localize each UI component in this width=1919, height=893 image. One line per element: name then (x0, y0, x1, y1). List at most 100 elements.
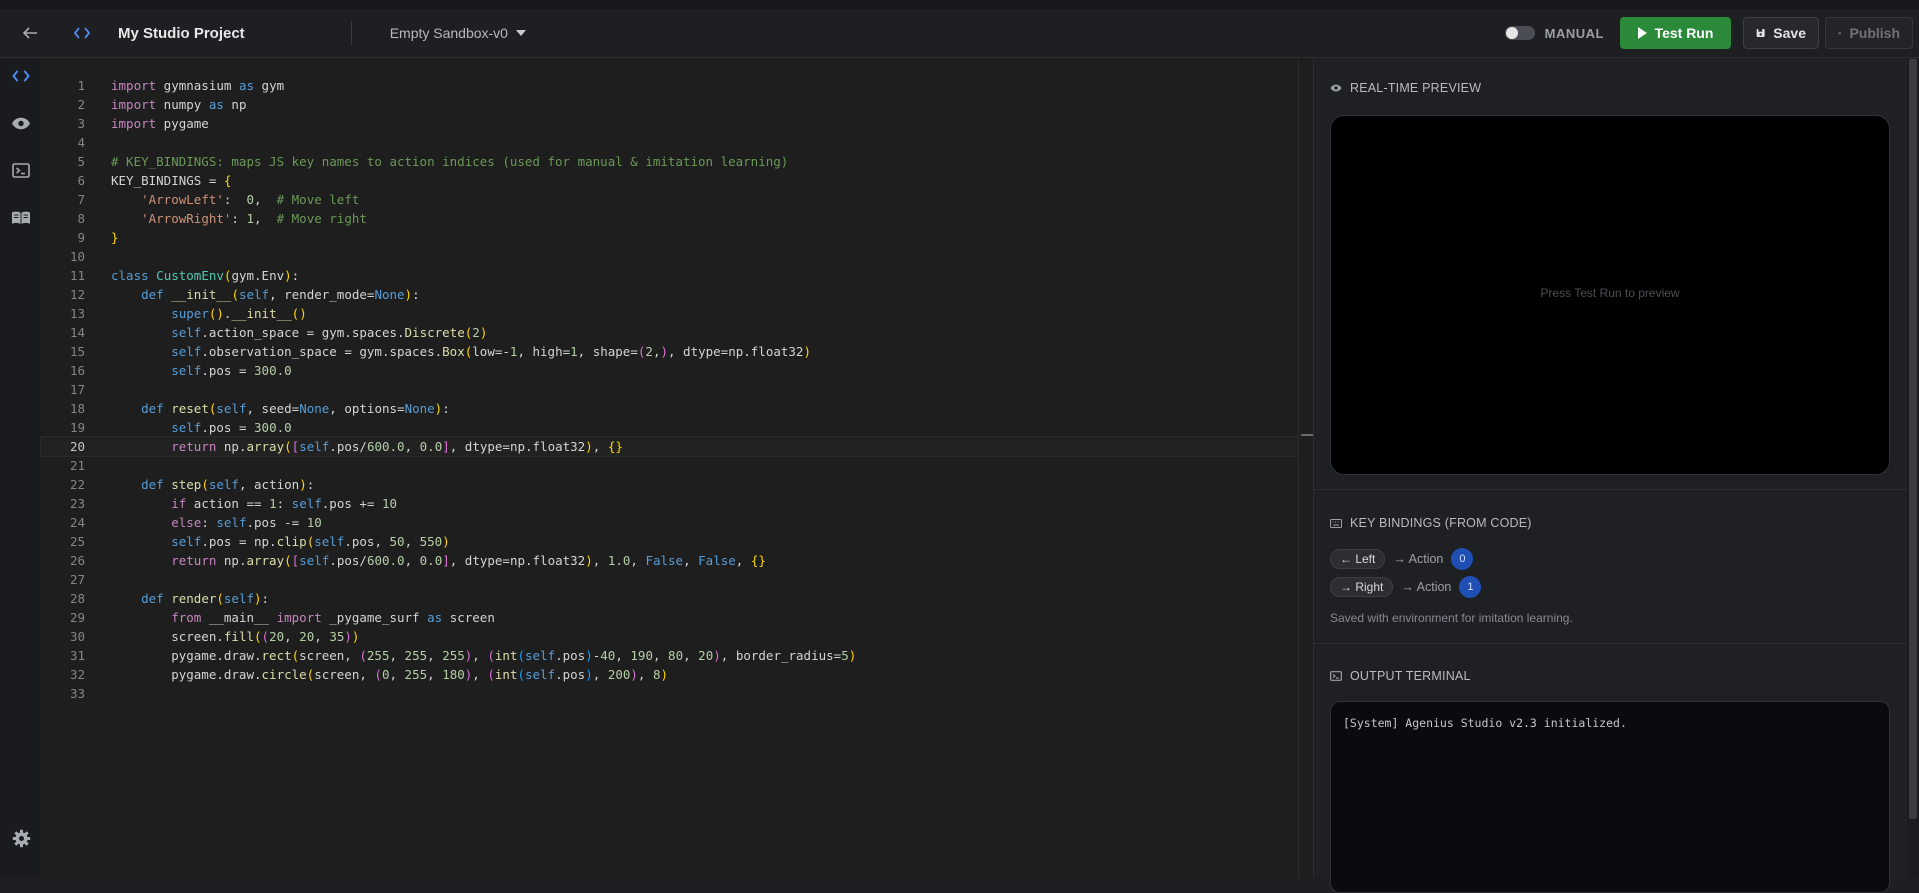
panel-scrollbar-thumb[interactable] (1909, 59, 1917, 819)
line-number: 28 (69, 591, 85, 606)
code-text[interactable]: KEY_BINDINGS = { (111, 171, 231, 190)
cloud-upload-icon (1838, 31, 1842, 35)
play-icon (1637, 27, 1647, 39)
line-number: 26 (69, 553, 85, 568)
manual-toggle[interactable] (1504, 26, 1535, 40)
code-line[interactable]: 13 super().__init__() (41, 304, 1313, 323)
sidebar-item-docs[interactable] (10, 206, 32, 228)
panel-scrollbar[interactable] (1907, 59, 1919, 878)
code-line[interactable]: 25 self.pos = np.clip(self.pos, 50, 550) (41, 532, 1313, 551)
code-text[interactable]: else: self.pos -= 10 (111, 513, 322, 532)
code-line[interactable]: 31 pygame.draw.rect(screen, (255, 255, 2… (41, 646, 1313, 665)
save-button[interactable]: Save (1743, 17, 1819, 49)
header-divider (350, 21, 352, 45)
code-text[interactable]: import numpy as np (111, 95, 246, 114)
test-run-label: Test Run (1654, 25, 1714, 41)
code-text[interactable]: 'ArrowLeft': 0, # Move left (111, 190, 359, 209)
code-line[interactable]: 22 def step(self, action): (41, 475, 1313, 494)
code-line[interactable]: 16 self.pos = 300.0 (41, 361, 1313, 380)
code-text[interactable]: def step(self, action): (111, 475, 314, 494)
code-text[interactable]: def __init__(self, render_mode=None): (111, 285, 420, 304)
code-line[interactable]: 12 def __init__(self, render_mode=None): (41, 285, 1313, 304)
code-line[interactable]: 5 # KEY_BINDINGS: maps JS key names to ac… (41, 152, 1313, 171)
code-line[interactable]: 14 self.action_space = gym.spaces.Discre… (41, 323, 1313, 342)
code-text[interactable]: import gymnasium as gym (111, 76, 284, 95)
environment-select-value: Empty Sandbox-v0 (389, 25, 508, 41)
code-text[interactable]: from __main__ import _pygame_surf as scr… (111, 608, 495, 627)
line-number: 14 (69, 325, 85, 340)
code-text[interactable]: return np.array([self.pos/600.0, 0.0], d… (111, 437, 623, 456)
code-text[interactable]: self.action_space = gym.spaces.Discrete(… (111, 323, 487, 342)
test-run-button[interactable]: Test Run (1620, 17, 1731, 49)
code-line[interactable]: 30 screen.fill((20, 20, 35)) (41, 627, 1313, 646)
code-text[interactable]: screen.fill((20, 20, 35)) (111, 627, 359, 646)
code-line[interactable]: 6 KEY_BINDINGS = { (41, 171, 1313, 190)
sidebar-item-preview[interactable] (10, 112, 32, 134)
code-line[interactable]: 24 else: self.pos -= 10 (41, 513, 1313, 532)
code-line[interactable]: 33 (41, 684, 1313, 703)
code-text[interactable]: class CustomEnv(gym.Env): (111, 266, 299, 285)
code-text[interactable]: return np.array([self.pos/600.0, 0.0], d… (111, 551, 766, 570)
code-line[interactable]: 23 if action == 1: self.pos += 10 (41, 494, 1313, 513)
sidebar-item-terminal[interactable] (10, 159, 32, 181)
code-text[interactable]: self.observation_space = gym.spaces.Box(… (111, 342, 811, 361)
project-title[interactable]: My Studio Project (118, 25, 245, 42)
section-divider (1314, 489, 1908, 490)
code-text[interactable]: super().__init__() (111, 304, 307, 323)
code-line[interactable]: 21 (41, 456, 1313, 475)
back-button[interactable] (0, 9, 60, 58)
top-bar: My Studio Project Empty Sandbox-v0 MANUA… (0, 9, 1919, 58)
code-line[interactable]: 28 def render(self): (41, 589, 1313, 608)
code-line[interactable]: 29 from __main__ import _pygame_surf as … (41, 608, 1313, 627)
code-text[interactable]: def reset(self, seed=None, options=None)… (111, 399, 450, 418)
code-line[interactable]: 8 'ArrowRight': 1, # Move right (41, 209, 1313, 228)
code-line[interactable]: 9} (41, 228, 1313, 247)
section-divider (1314, 643, 1908, 644)
code-text[interactable]: pygame.draw.circle(screen, (0, 255, 180)… (111, 665, 668, 684)
line-number: 1 (77, 78, 85, 93)
code-line[interactable]: 1 import gymnasium as gym (41, 76, 1313, 95)
code-lines[interactable]: 1 import gymnasium as gym 2 import numpy as… (40, 76, 1314, 703)
code-text[interactable]: self.pos = 300.0 (111, 418, 291, 437)
code-line[interactable]: 19 self.pos = 300.0 (41, 418, 1313, 437)
sidebar-item-settings[interactable] (10, 827, 32, 849)
output-terminal[interactable]: [System] Agenius Studio v2.3 initialized… (1330, 701, 1890, 893)
manual-label: MANUAL (1544, 25, 1604, 41)
code-text[interactable]: def render(self): (111, 589, 269, 608)
code-text[interactable]: import pygame (111, 114, 209, 133)
terminal-line: [System] Agenius Studio v2.3 initialized… (1343, 716, 1627, 730)
code-line[interactable]: 27 (41, 570, 1313, 589)
code-line[interactable]: 7 'ArrowLeft': 0, # Move left (41, 190, 1313, 209)
code-text[interactable]: self.pos = np.clip(self.pos, 50, 550) (111, 532, 450, 551)
window-top-strip (0, 0, 1919, 9)
terminal-title: OUTPUT TERMINAL (1350, 669, 1471, 683)
code-text[interactable]: self.pos = 300.0 (111, 361, 291, 380)
line-number: 16 (69, 363, 85, 378)
code-text[interactable]: 'ArrowRight': 1, # Move right (111, 209, 367, 228)
publish-button[interactable]: Publish (1825, 17, 1913, 49)
code-text[interactable]: pygame.draw.rect(screen, (255, 255, 255)… (111, 646, 856, 665)
code-line[interactable]: 3 import pygame (41, 114, 1313, 133)
code-line[interactable]: 2 import numpy as np (41, 95, 1313, 114)
code-text[interactable]: if action == 1: self.pos += 10 (111, 494, 397, 513)
code-line[interactable]: 15 self.observation_space = gym.spaces.B… (41, 342, 1313, 361)
code-text[interactable]: # KEY_BINDINGS: maps JS key names to act… (111, 152, 788, 171)
sidebar-item-code[interactable] (10, 65, 32, 87)
line-number: 22 (69, 477, 85, 492)
code-line[interactable]: 10 (41, 247, 1313, 266)
line-number: 8 (77, 211, 85, 226)
preview-canvas[interactable]: Press Test Run to preview (1330, 115, 1890, 475)
code-line[interactable]: 4 (41, 133, 1313, 152)
code-editor[interactable]: 1 import gymnasium as gym 2 import numpy as… (40, 59, 1314, 878)
code-line[interactable]: 32 pygame.draw.circle(screen, (0, 255, 1… (41, 665, 1313, 684)
code-line[interactable]: 20 return np.array([self.pos/600.0, 0.0]… (40, 436, 1314, 457)
editor-scrollbar[interactable] (1298, 59, 1313, 878)
toggle-knob (1505, 27, 1518, 39)
code-text[interactable]: } (111, 228, 119, 247)
code-line[interactable]: 11 class CustomEnv(gym.Env): (41, 266, 1313, 285)
environment-select[interactable]: Empty Sandbox-v0 (390, 25, 526, 41)
code-line[interactable]: 17 (41, 380, 1313, 399)
code-line[interactable]: 26 return np.array([self.pos/600.0, 0.0]… (41, 551, 1313, 570)
code-line[interactable]: 18 def reset(self, seed=None, options=No… (41, 399, 1313, 418)
line-number: 6 (77, 173, 85, 188)
